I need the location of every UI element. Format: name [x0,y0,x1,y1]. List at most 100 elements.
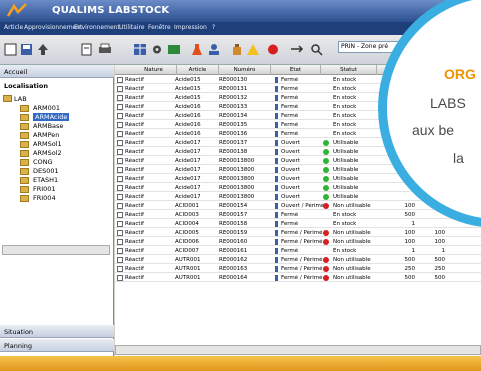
row-cell-3: Fermé [281,113,299,119]
tree-item-cong[interactable]: CONG [33,158,53,166]
gear-icon[interactable] [150,43,164,56]
tree-scrollbar[interactable] [2,245,110,255]
table-row[interactable]: Réactif ACID007 RE000161 Fermé En stock 1 1 [115,247,481,255]
tree-item-armpen[interactable]: ARMPen [33,131,59,139]
document-icon[interactable] [80,43,94,56]
row-cell-1: Acide017 [175,158,201,164]
menu-item-4[interactable]: Fenêtre [148,24,171,31]
column-header-0[interactable]: Nature [131,65,177,75]
row-cell-2: RE000130 [219,77,248,83]
panel-header-situation[interactable]: Situation [0,325,114,338]
transfer-icon[interactable] [290,43,304,56]
menu-item-2[interactable]: Environnement [74,24,120,31]
row-checkbox[interactable] [117,86,123,92]
bottle-icon[interactable] [230,43,244,56]
tree-item-armsol2[interactable]: ARMSol2 [33,149,62,157]
row-cell-3: Fermé / Périmé [281,257,323,263]
panel-header-accueil[interactable]: Accueil [0,65,114,78]
lock-icon [275,167,278,173]
row-cell-0: Réactif [125,203,144,209]
status-bar [0,356,481,371]
row-checkbox[interactable] [117,131,123,137]
tree-item-arm001[interactable]: ARM001 [33,104,60,112]
save-icon[interactable] [20,43,34,56]
tree-item-fri001[interactable]: FRI001 [33,185,56,193]
column-header-3[interactable]: Etat [271,65,321,75]
badge-heading: ORG [444,66,476,82]
menu-item-5[interactable]: Impression [174,24,207,31]
tree-root-lab[interactable]: LAB [14,95,27,103]
row-checkbox[interactable] [117,104,123,110]
row-cell-5: 100 [404,230,416,236]
row-checkbox[interactable] [117,122,123,128]
row-checkbox[interactable] [117,140,123,146]
row-checkbox[interactable] [117,221,123,227]
column-header-4[interactable]: Statut [321,65,377,75]
status-error-icon [323,257,329,263]
menu-item-6[interactable]: ? [212,24,215,31]
search-icon[interactable] [310,43,324,56]
table-row[interactable]: Réactif ACID006 RE000160 Fermé / Périmé Non … [115,238,481,246]
row-checkbox[interactable] [117,167,123,173]
table-row[interactable]: Réactif AUTR001 RE000164 Fermé / Périmé Non … [115,274,481,282]
user-icon[interactable] [207,43,221,56]
tree-item-fri004[interactable]: FRI004 [33,194,56,202]
grid-icon[interactable] [133,43,147,56]
row-checkbox[interactable] [117,239,123,245]
row-checkbox[interactable] [117,212,123,218]
status-ok-icon [323,149,329,155]
table-scrollbar[interactable] [115,345,481,355]
table-row[interactable]: Réactif ACID004 RE000158 Fermé En stock 1 [115,220,481,228]
tree-item-etash1[interactable]: ETASH1 [33,176,58,184]
row-cell-1: AUTR001 [175,266,201,272]
tree-item-armsol1[interactable]: ARMSol1 [33,140,62,148]
row-cell-2: RE00013800 [219,185,255,191]
row-cell-1: Acide015 [175,77,201,83]
row-checkbox[interactable] [117,230,123,236]
row-cell-1: Acide017 [175,167,201,173]
lock-icon [275,131,278,137]
row-checkbox[interactable] [117,149,123,155]
status-error-icon [323,266,329,272]
print-icon[interactable] [98,43,112,56]
row-checkbox[interactable] [117,185,123,191]
alert-icon[interactable] [266,43,280,56]
row-checkbox[interactable] [117,158,123,164]
row-checkbox[interactable] [117,203,123,209]
row-cell-0: Réactif [125,248,144,254]
new-icon[interactable] [4,43,18,56]
tree-item-armacide[interactable]: ARMAcide [33,113,70,121]
table-row[interactable]: Réactif AUTR001 RE000162 Fermé / Périmé Non … [115,256,481,264]
row-checkbox[interactable] [117,194,123,200]
row-cell-1: Acide017 [175,176,201,182]
row-cell-0: Réactif [125,140,144,146]
row-cell-4: Utilisable [333,140,359,146]
row-cell-2: RE000158 [219,221,248,227]
row-checkbox[interactable] [117,275,123,281]
row-cell-1: Acide015 [175,86,201,92]
menu-item-3[interactable]: Utilitaire [119,24,144,31]
row-checkbox[interactable] [117,257,123,263]
row-checkbox[interactable] [117,113,123,119]
row-checkbox[interactable] [117,176,123,182]
panel-header-planning[interactable]: Planning [0,339,114,352]
row-checkbox[interactable] [117,266,123,272]
row-checkbox[interactable] [117,95,123,101]
column-header-1[interactable]: Article [177,65,219,75]
table-row[interactable]: Réactif ACID005 RE000159 Fermé / Périmé Non … [115,229,481,237]
row-checkbox[interactable] [117,77,123,83]
row-cell-1: Acide017 [175,194,201,200]
flask-icon[interactable] [190,43,204,56]
tree-item-armbase[interactable]: ARMBase [33,122,63,130]
tree-item-des001[interactable]: DES001 [33,167,59,175]
lock-icon [275,257,278,263]
folder-icon [20,177,29,184]
warning-icon[interactable] [246,43,260,56]
table-row[interactable]: Réactif AUTR001 RE000163 Fermé / Périmé Non … [115,265,481,273]
column-header-2[interactable]: Numéro [219,65,271,75]
table-icon[interactable] [167,43,181,56]
row-checkbox[interactable] [117,248,123,254]
sort-icon[interactable] [36,43,50,56]
menu-item-0[interactable]: Article [4,24,23,31]
table-row[interactable]: Réactif ACID003 RE000157 Fermé En stock 500 [115,211,481,219]
